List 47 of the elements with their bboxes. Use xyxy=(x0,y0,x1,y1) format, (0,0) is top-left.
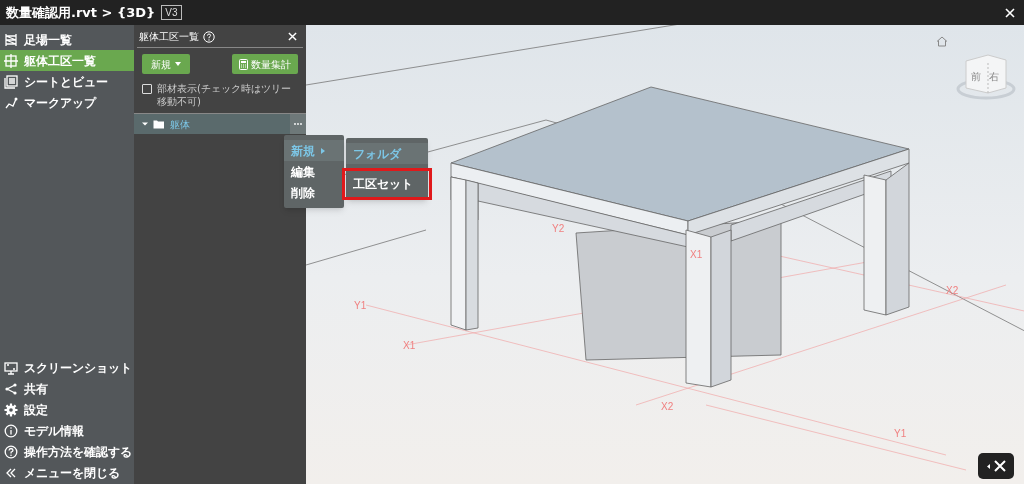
close-icon xyxy=(1005,7,1015,18)
share-icon xyxy=(4,381,18,396)
grid-label: X1 xyxy=(403,339,416,353)
document-stack-icon xyxy=(4,74,18,89)
sidebar-item[interactable]: 足場一覧 xyxy=(0,29,134,50)
tools-button[interactable] xyxy=(978,453,1014,479)
folder-icon xyxy=(153,119,165,129)
cube-face-label: 前 xyxy=(971,70,981,84)
help-icon[interactable] xyxy=(203,30,215,43)
sidebar-item[interactable]: メニューを閉じる xyxy=(0,462,134,483)
settings-icon xyxy=(4,402,18,417)
grid-label: X1 xyxy=(690,248,703,262)
sidebar-item[interactable]: 操作方法を確認する xyxy=(0,441,134,462)
scaffold-icon xyxy=(4,32,18,47)
more-button[interactable] xyxy=(290,114,306,134)
sidebar-item[interactable]: 設定 xyxy=(0,399,134,420)
tools-icon xyxy=(993,460,1006,472)
version-badge: V3 xyxy=(161,5,182,20)
window-title: 数量確認用.rvt > {3D} xyxy=(6,3,156,22)
grid-label: Y1 xyxy=(894,427,907,441)
checkbox[interactable] xyxy=(142,84,152,94)
home-icon[interactable] xyxy=(936,36,948,47)
sidebar-item[interactable]: スクリーンショット xyxy=(0,357,134,378)
sidebar-item[interactable]: 共有 xyxy=(0,378,134,399)
caret-right-icon xyxy=(321,147,325,154)
grid-icon xyxy=(4,53,18,68)
checkbox-label: 部材表示(チェック時はツリー移動不可) xyxy=(157,82,292,108)
caret-icon xyxy=(175,62,181,66)
tree-row[interactable]: 躯体 xyxy=(134,114,306,134)
calculator-icon xyxy=(239,58,248,70)
grid-label: X2 xyxy=(661,400,674,414)
grid-label: X2 xyxy=(946,284,959,298)
tree-label: 躯体 xyxy=(170,117,190,132)
monitor-icon xyxy=(4,360,18,375)
help-icon xyxy=(4,444,18,459)
pen-icon xyxy=(4,95,18,110)
sidebar-item[interactable]: マークアップ xyxy=(0,92,134,113)
sidebar-item[interactable]: モデル情報 xyxy=(0,420,134,441)
caret-left-icon xyxy=(986,463,990,469)
caret-down-icon[interactable] xyxy=(142,121,148,127)
panel-title: 躯体工区一覧 xyxy=(139,30,199,44)
sidebar-item[interactable]: シートとビュー xyxy=(0,71,134,92)
close-icon[interactable] xyxy=(288,32,297,41)
grid-label: Y1 xyxy=(354,299,367,313)
grid-label: Y2 xyxy=(552,222,565,236)
cube-face-label: 右 xyxy=(989,70,999,84)
info-icon xyxy=(4,423,18,438)
